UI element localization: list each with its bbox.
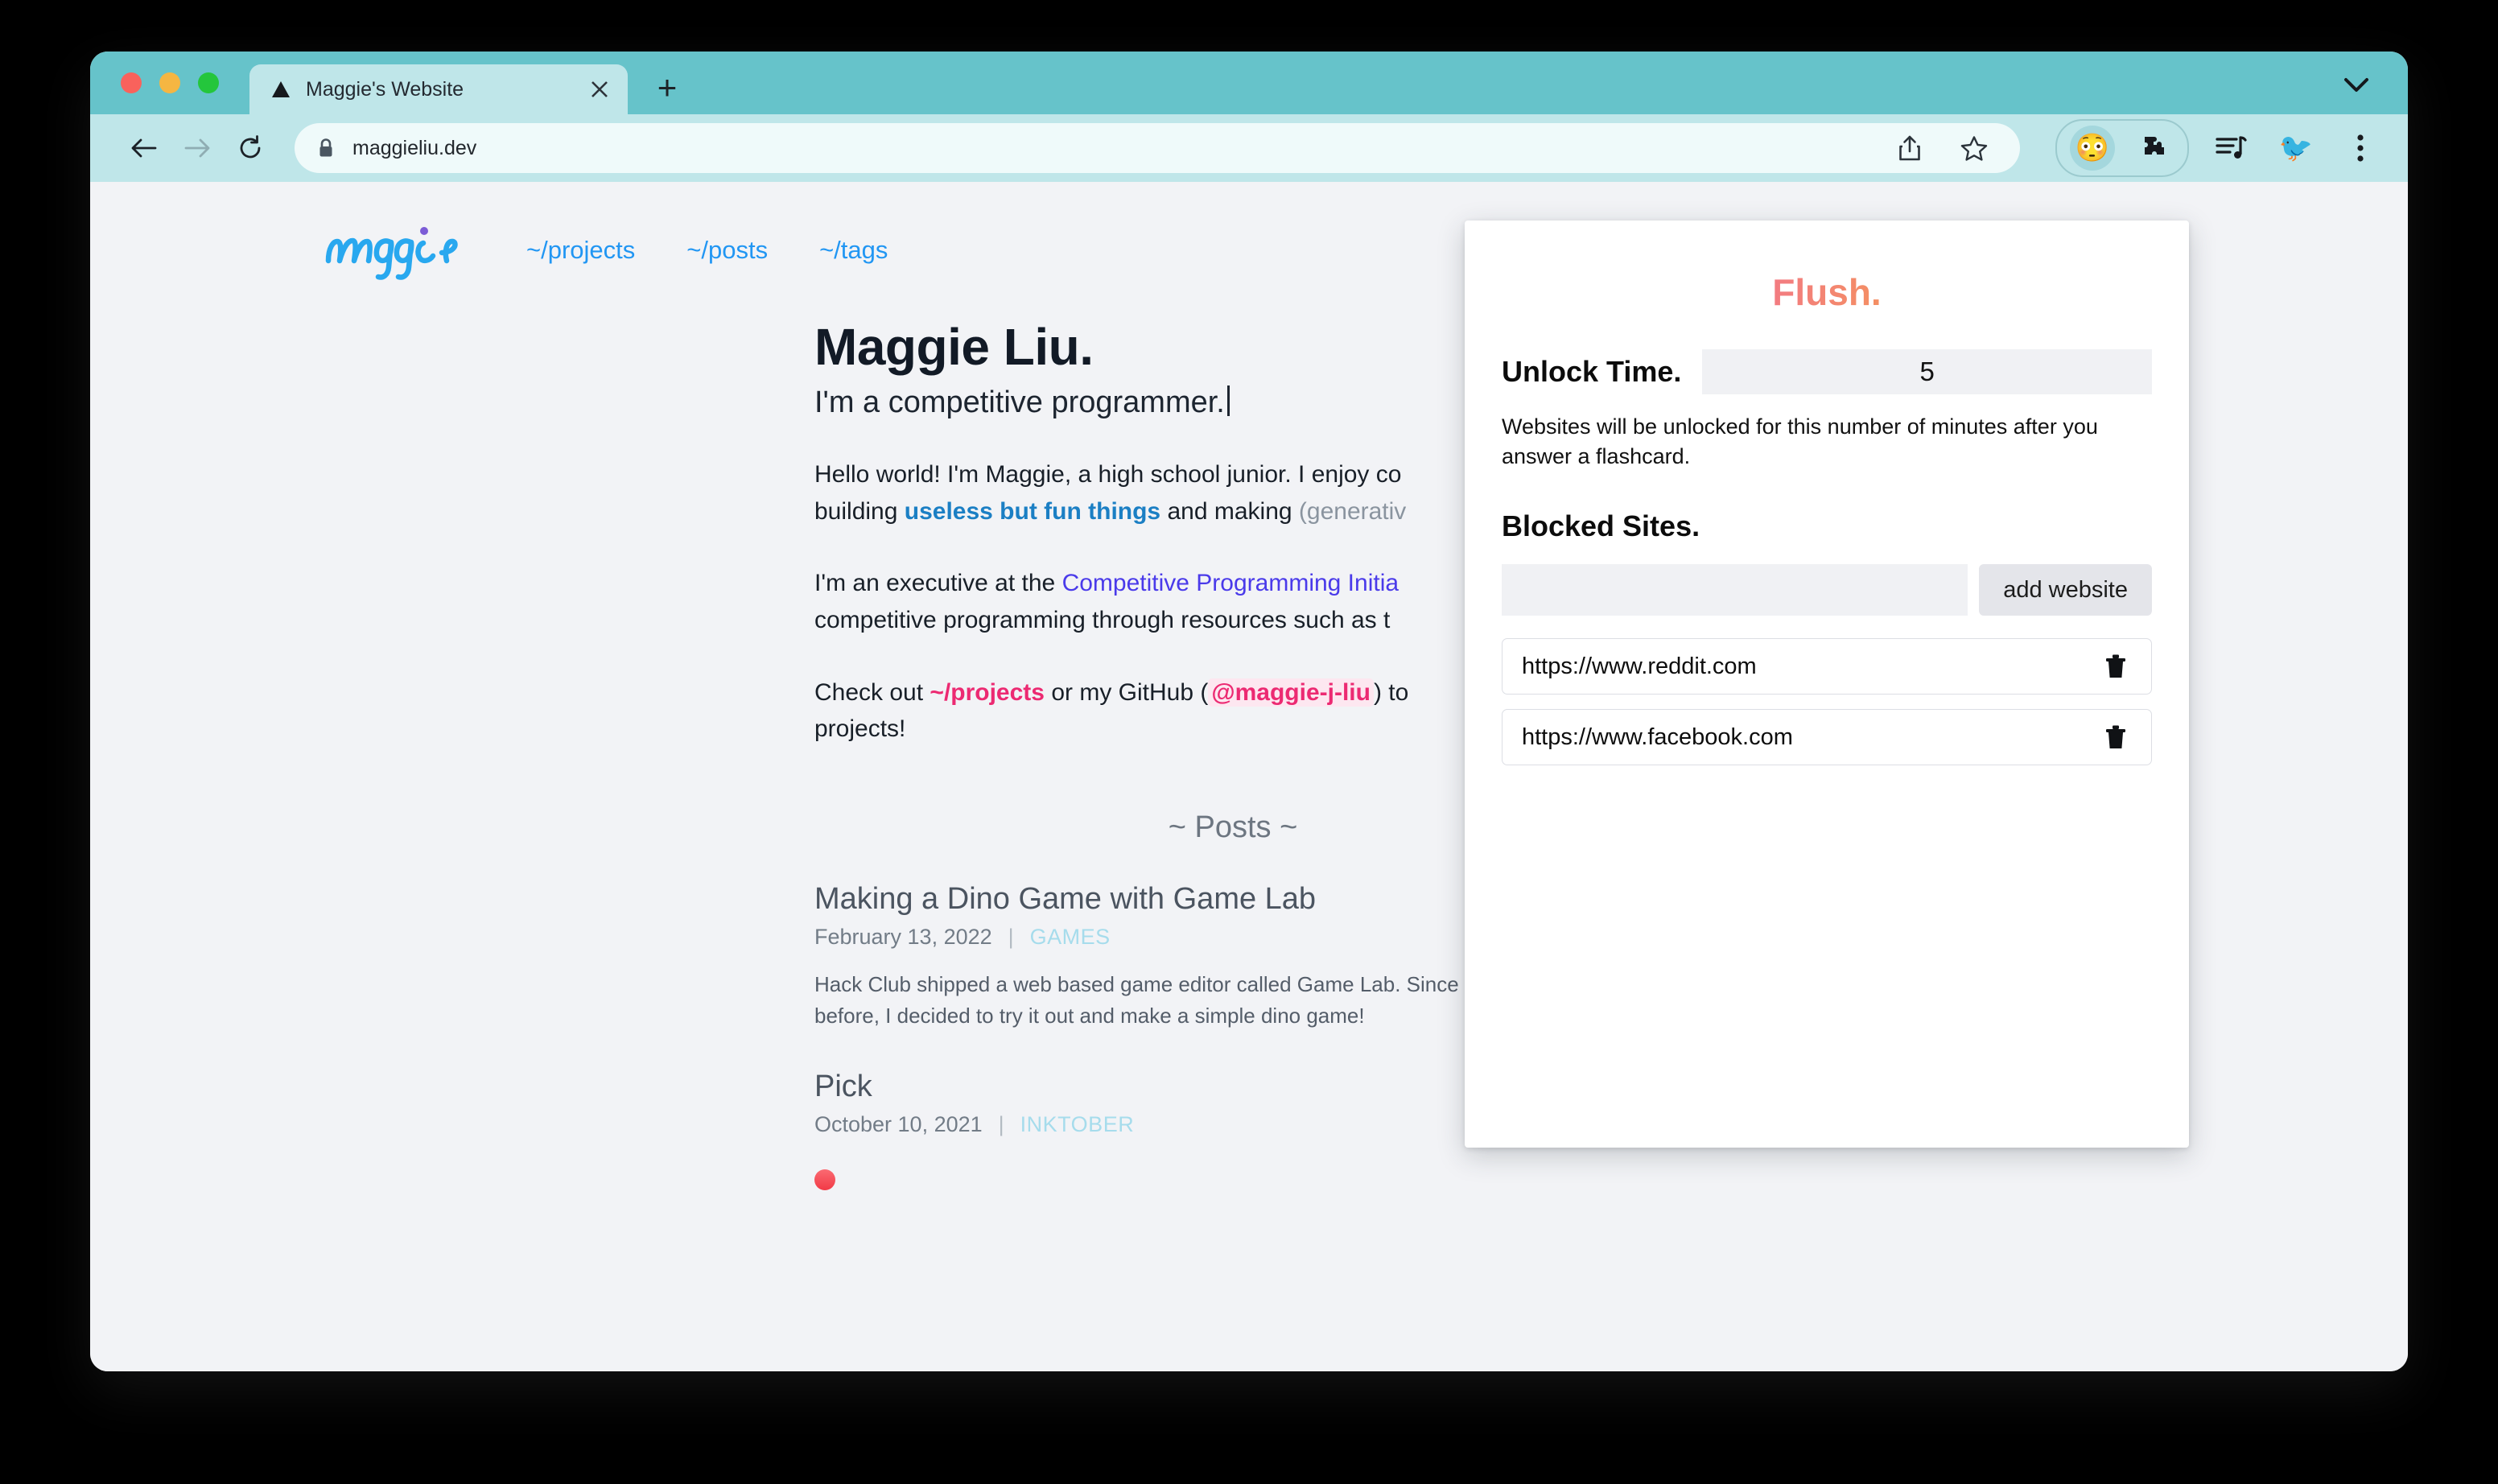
share-icon[interactable] xyxy=(1890,128,1930,168)
typing-caret xyxy=(1226,385,1230,416)
add-website-button[interactable]: add website xyxy=(1979,564,2152,616)
paragraph-text: building xyxy=(814,497,905,525)
page-viewport: ~/projects ~/posts ~/tags Maggie Liu. I'… xyxy=(90,182,2408,1371)
browser-window: Maggie's Website + maggieliu.dev 😳 🐦 ~/p… xyxy=(90,52,2408,1371)
add-website-input[interactable] xyxy=(1502,564,1968,616)
browser-tab-strip: Maggie's Website + xyxy=(90,52,2408,114)
meta-separator: | xyxy=(998,1111,1004,1136)
forward-arrow-icon[interactable] xyxy=(171,122,224,175)
blocked-sites-label: Blocked Sites. xyxy=(1502,509,1700,543)
blocked-sites-list: https://www.reddit.com https://www.faceb… xyxy=(1502,638,2152,766)
cpi-link[interactable]: Competitive Programming Initia xyxy=(1062,570,1399,596)
page-content: Maggie Liu. I'm a competitive programmer… xyxy=(90,280,1700,1190)
paragraph-text: or my GitHub ( xyxy=(1044,678,1209,706)
three-dot-menu-icon[interactable] xyxy=(2340,128,2381,168)
useless-things-link[interactable]: useless but fun things xyxy=(905,498,1160,525)
unlock-time-label: Unlock Time. xyxy=(1502,355,1682,388)
paragraph-text: Check out xyxy=(814,678,930,706)
flush-extension-popup: Flush. Unlock Time. Websites will be unl… xyxy=(1465,221,2189,1148)
desktop-backdrop: Maggie's Website + maggieliu.dev 😳 🐦 ~/p… xyxy=(0,0,2498,1484)
sidebar-item-posts[interactable]: ~/posts xyxy=(686,236,768,265)
browser-tab[interactable]: Maggie's Website xyxy=(249,64,628,114)
extensions-group: 😳 xyxy=(2055,119,2189,177)
post-thumbnail-dot xyxy=(814,1169,835,1190)
paragraph-text: Hello world! I'm Maggie, a high school j… xyxy=(814,461,1402,488)
reload-icon[interactable] xyxy=(224,122,277,175)
sidebar-item-tags[interactable]: ~/tags xyxy=(819,236,888,265)
blocked-site-url: https://www.reddit.com xyxy=(1522,653,1757,679)
page-subtitle-text: I'm a competitive programmer. xyxy=(814,385,1225,419)
trash-icon[interactable] xyxy=(2098,649,2133,684)
meta-separator: | xyxy=(1008,924,1014,949)
post-tag[interactable]: GAMES xyxy=(1030,925,1111,950)
browser-tab-title: Maggie's Website xyxy=(306,77,464,101)
back-arrow-icon[interactable] xyxy=(117,122,171,175)
post-date: October 10, 2021 xyxy=(814,1111,983,1136)
address-bar[interactable]: maggieliu.dev xyxy=(295,123,2020,173)
post-excerpt-line: before, I decided to try it out and make… xyxy=(814,1004,1365,1028)
new-tab-button[interactable]: + xyxy=(650,71,684,105)
address-bar-url: maggieliu.dev xyxy=(352,136,477,159)
unlock-time-help-text: Websites will be unlocked for this numbe… xyxy=(1502,414,2098,468)
birds-avatar-icon[interactable]: 🐦 xyxy=(2276,128,2316,168)
site-nav-links: ~/projects ~/posts ~/tags xyxy=(526,236,888,265)
paragraph-text: ) to xyxy=(1373,678,1409,706)
chevron-down-icon[interactable] xyxy=(2340,69,2372,101)
maximize-window-button[interactable] xyxy=(198,72,219,93)
paragraph-text: and making xyxy=(1160,497,1299,525)
site-logo[interactable] xyxy=(322,221,491,280)
music-playlist-icon[interactable] xyxy=(2212,128,2252,168)
post-tag[interactable]: INKTOBER xyxy=(1020,1112,1135,1137)
window-traffic-lights xyxy=(121,72,219,93)
close-icon[interactable] xyxy=(586,76,613,103)
close-window-button[interactable] xyxy=(121,72,142,93)
puzzle-piece-icon[interactable] xyxy=(2134,128,2174,168)
blocked-site-row: https://www.facebook.com xyxy=(1502,709,2152,766)
star-icon[interactable] xyxy=(1954,128,1994,168)
flushed-face-icon[interactable]: 😳 xyxy=(2070,126,2115,171)
lock-icon xyxy=(317,138,335,159)
minimize-window-button[interactable] xyxy=(159,72,180,93)
trash-icon[interactable] xyxy=(2098,719,2133,755)
projects-link[interactable]: ~/projects xyxy=(930,679,1045,706)
blocked-site-row: https://www.reddit.com xyxy=(1502,638,2152,695)
generative-art-link[interactable]: (generativ xyxy=(1299,498,1406,525)
blocked-site-url: https://www.facebook.com xyxy=(1522,723,1793,750)
popup-title: Flush. xyxy=(1502,270,2152,314)
paragraph-text: I'm an executive at the xyxy=(814,570,1062,597)
triangle-favicon xyxy=(270,79,291,100)
toolbar-right-icons: 🐦 xyxy=(2212,128,2381,168)
paragraph-text: projects! xyxy=(814,715,906,743)
browser-toolbar: maggieliu.dev 😳 🐦 xyxy=(90,114,2408,182)
add-website-row: add website xyxy=(1502,564,2152,616)
sidebar-item-projects[interactable]: ~/projects xyxy=(526,236,635,265)
paragraph-text: competitive programming through resource… xyxy=(814,607,1391,634)
unlock-time-input[interactable] xyxy=(1702,349,2152,394)
unlock-time-row: Unlock Time. xyxy=(1502,349,2152,394)
post-date: February 13, 2022 xyxy=(814,924,992,949)
github-handle-link[interactable]: @maggie-j-liu xyxy=(1208,678,1374,707)
